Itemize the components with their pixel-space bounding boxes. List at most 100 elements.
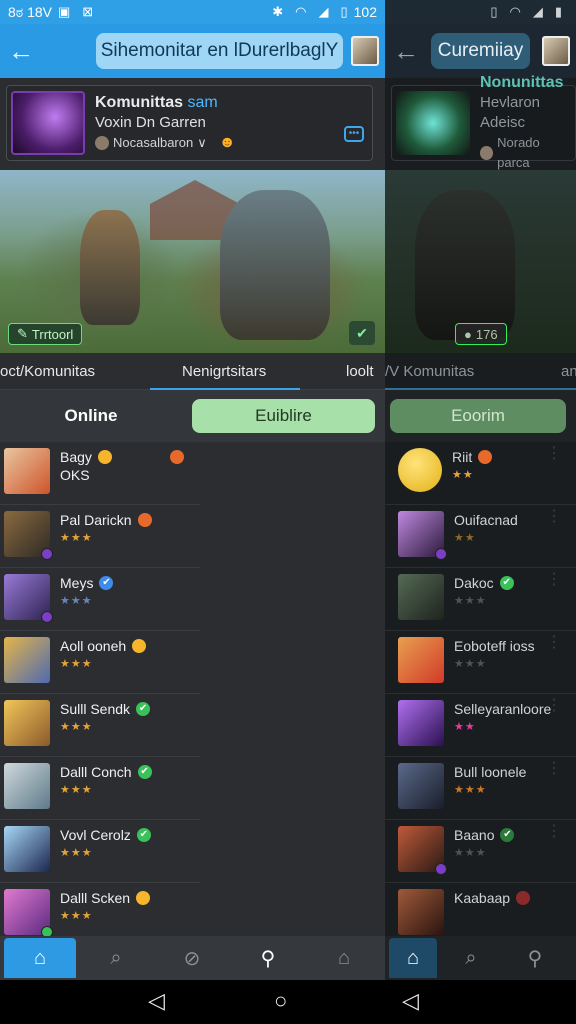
tab-loolt[interactable]: loolt (346, 363, 374, 380)
more-options-icon[interactable]: ⋮ (546, 509, 562, 525)
dark-warrior-figure (415, 190, 515, 340)
search-icon[interactable]: ⚲ (505, 938, 565, 978)
list-item[interactable]: Bagy OKS (0, 442, 200, 505)
member-badge (41, 611, 53, 623)
profile-avatar[interactable] (542, 36, 570, 66)
community-subtitle: Voxin Dn Garren (95, 114, 206, 131)
rating-stars: ★★★ (60, 532, 93, 544)
active-toggle[interactable]: Eoorim (390, 399, 566, 433)
battery-icon: ▯ (340, 4, 348, 19)
list-item[interactable]: Dalll Conch ✔ ★★★ (0, 757, 200, 820)
tab-bar: /V Komunitas an (385, 353, 576, 390)
edit-icon[interactable]: ⊘ (156, 938, 228, 978)
community-owner[interactable]: Nocasalbaron ∨ ☻ (95, 133, 236, 153)
hero-badge[interactable]: ✎ Trrtoorl (8, 323, 83, 345)
status-bar: ▯ ◠ ◢ ▮ (385, 0, 576, 24)
community-title: Komunittas sam (95, 94, 218, 111)
chat-icon[interactable]: ••• (344, 126, 364, 142)
rating-stars: ★★ (454, 532, 476, 544)
member-name: Selleyaranloore (454, 701, 552, 717)
search-icon[interactable]: ⌕ (80, 938, 152, 978)
hero-banner: ✎ Trrtoorl ✔ (0, 170, 385, 353)
rating-stars: ★★★ (60, 721, 93, 733)
search-icon[interactable]: ⚲ (232, 938, 304, 978)
rating-stars: ★★★ (454, 847, 487, 859)
list-item[interactable]: Aoll ooneh ★★★ (0, 631, 200, 694)
tab-komunitas[interactable]: oct/Komunitas (0, 363, 95, 380)
list-item[interactable]: Riit ★★ ⋮ (385, 442, 576, 505)
checkmark-icon[interactable]: ✔ (349, 321, 375, 345)
community-card[interactable]: Nonunittas Hevlaron Adeisc Norado parca (391, 74, 576, 170)
more-options-icon[interactable]: ⋮ (546, 635, 562, 651)
member-name: Ouifacnad (454, 512, 518, 528)
back-triangle-icon[interactable]: ◁ (148, 988, 165, 1014)
avatar (398, 637, 444, 683)
notification-icon: ▯ (490, 4, 498, 19)
back-arrow-icon[interactable]: ← (6, 36, 36, 67)
list-item[interactable]: Bull loonele ★★★ ⋮ (385, 757, 576, 820)
app-header: ← Curemiiay (385, 24, 576, 78)
community-owner[interactable]: Norado parca (480, 133, 571, 173)
member-subtext: OKS (60, 467, 90, 483)
profile-avatar[interactable] (351, 36, 379, 66)
member-name: Dalll Scken (60, 890, 131, 906)
avatar (4, 574, 53, 623)
home-circle-icon[interactable]: ○ (274, 988, 287, 1014)
bluetooth-icon: ✱ (272, 4, 284, 19)
home-icon[interactable]: ⌂ (389, 938, 437, 978)
verified-icon: ✔ (500, 828, 515, 842)
header-title[interactable]: Sihemonitar en lDurerlbaglY (96, 33, 343, 69)
more-options-icon[interactable]: ⋮ (546, 572, 562, 588)
list-item[interactable]: Selleyaranloore ★★ ⋮ (385, 694, 576, 757)
active-tab-indicator (150, 388, 300, 390)
home-icon[interactable]: ⌂ (4, 938, 76, 978)
community-card[interactable]: Komunittas sam Voxin Dn Garren Nocasalba… (6, 85, 373, 161)
list-item[interactable]: Sulll Sendk ✔ ★★★ (0, 694, 200, 757)
segmented-control: Online Euiblire (0, 390, 385, 442)
more-options-icon[interactable]: ⋮ (546, 446, 562, 462)
list-item[interactable]: Eoboteff ioss ★★★ ⋮ (385, 631, 576, 694)
member-name: Dalll Conch (60, 764, 132, 780)
warrior-figure (80, 210, 140, 325)
member-badge (435, 548, 447, 560)
list-item[interactable]: Ouifacnad ★★ ⋮ (385, 505, 576, 568)
member-badge (41, 548, 53, 560)
more-options-icon[interactable]: ⋮ (546, 698, 562, 714)
back-arrow-icon[interactable]: ← (391, 36, 421, 67)
owner-avatar (480, 146, 494, 160)
list-item[interactable]: Meys ✔ ★★★ (0, 568, 200, 631)
more-options-icon[interactable]: ⋮ (546, 761, 562, 777)
store-icon[interactable]: ⌂ (308, 938, 380, 978)
rating-stars: ★★★ (454, 658, 487, 670)
list-item[interactable]: Baano ✔ ★★★ ⋮ (385, 820, 576, 883)
member-name: Bull loonele (454, 764, 527, 780)
rating-stars: ★★ (452, 469, 474, 481)
member-name: Bagy (60, 449, 92, 465)
active-toggle[interactable]: Euiblire (192, 399, 375, 433)
hero-badge[interactable]: ● 176 (455, 323, 507, 345)
tab-nenigrtsitars[interactable]: Nenigrtsitars (182, 363, 266, 380)
rating-stars: ★★★ (60, 847, 93, 859)
tab-komunitas[interactable]: /V Komunitas (385, 363, 474, 380)
bottom-navigation: ⌂ ⌕ ⊘ ⚲ ⌂ (0, 936, 385, 980)
status-time: 102 (353, 4, 377, 20)
search-icon[interactable]: ⌕ (441, 938, 501, 978)
verified-icon: ✔ (136, 702, 151, 716)
list-item[interactable]: Vovl Cerolz ✔ ★★★ (0, 820, 200, 883)
smiley-icon (132, 639, 147, 653)
avatar (4, 448, 50, 494)
list-item[interactable]: Pal Darickn ★★★ (0, 505, 200, 568)
community-image (396, 91, 470, 155)
list-item[interactable]: Dakoc ✔ ★★★ ⋮ (385, 568, 576, 631)
signal-icon: ◢ (532, 4, 543, 19)
back-triangle-icon[interactable]: ◁ (402, 988, 419, 1014)
member-name: Dakoc (454, 575, 494, 591)
battery-icon: ▮ (554, 4, 562, 19)
member-name: Sulll Sendk (60, 701, 131, 717)
smiley-avatar (398, 448, 442, 492)
tab-overflow[interactable]: an (561, 363, 576, 380)
header-title[interactable]: Curemiiay (431, 33, 530, 69)
more-options-icon[interactable]: ⋮ (546, 824, 562, 840)
member-name: Kaabaap (454, 890, 511, 906)
online-toggle[interactable]: Online (0, 399, 182, 433)
